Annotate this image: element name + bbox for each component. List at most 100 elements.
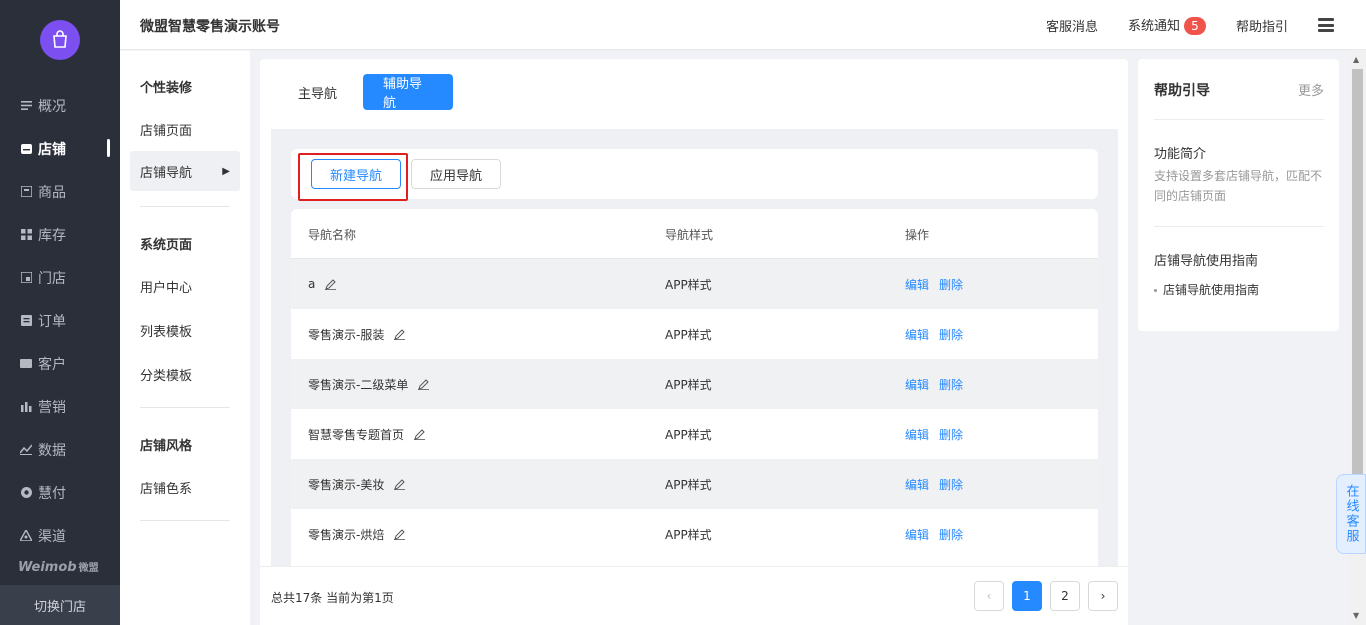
nav-item-customers[interactable]: 客户 xyxy=(0,342,120,385)
action-bar: 新建导航 应用导航 xyxy=(291,149,1098,199)
store-icon xyxy=(20,143,32,155)
brand-logo: Weimob 微盟 xyxy=(18,560,99,575)
table-row: 零售演示-美妆 APP样式 编辑 删除 xyxy=(291,459,1098,509)
nav-item-overview[interactable]: 概况 xyxy=(0,84,120,127)
nav-label: 慧付 xyxy=(38,485,66,502)
table-body: a APP样式 编辑 删除 零售演示-服装 APP样式 编辑 删除 零售演示-二级菜… xyxy=(291,259,1098,559)
edit-link[interactable]: 编辑 xyxy=(905,276,929,293)
channel-icon xyxy=(20,530,32,542)
nav-style: APP样式 xyxy=(665,377,712,392)
nav-item-channel[interactable]: 渠道 xyxy=(0,514,120,557)
subnav-item-store-page[interactable]: 店铺页面 xyxy=(140,120,192,139)
prev-page-button[interactable]: ‹ xyxy=(974,581,1004,611)
help-guide-heading: 店铺导航使用指南 xyxy=(1154,254,1259,269)
nav-item-store[interactable]: 店铺 xyxy=(0,127,120,170)
scroll-up-icon[interactable]: ▲ xyxy=(1353,55,1359,64)
apply-nav-button[interactable]: 应用导航 xyxy=(411,159,501,189)
tab-main-nav[interactable]: 主导航 xyxy=(278,74,357,110)
pencil-edit-icon[interactable] xyxy=(414,428,426,440)
nav-name: 智慧零售专题首页 xyxy=(308,427,405,442)
next-page-button[interactable]: › xyxy=(1088,581,1118,611)
new-nav-button[interactable]: 新建导航 xyxy=(311,159,401,189)
edit-link[interactable]: 编辑 xyxy=(905,526,929,543)
pencil-edit-icon[interactable] xyxy=(325,278,337,290)
nav-item-inventory[interactable]: 库存 xyxy=(0,213,120,256)
top-header: 微盟智慧零售演示账号 客服消息 系统通知 5 帮助指引 xyxy=(120,0,1366,50)
nav-item-goods[interactable]: 商品 xyxy=(0,170,120,213)
row-actions: 编辑 删除 xyxy=(905,259,973,309)
shopping-bag-logo-icon[interactable] xyxy=(40,20,80,60)
subnav-item-list-template[interactable]: 列表模板 xyxy=(140,321,192,340)
subnav-divider xyxy=(140,407,230,408)
subnav-item-category-template[interactable]: 分类模板 xyxy=(140,365,192,384)
bar-icon xyxy=(20,401,32,413)
page-1-button[interactable]: 1 xyxy=(1012,581,1042,611)
subnav-item-user-center[interactable]: 用户中心 xyxy=(140,277,192,296)
help-intro-text: 支持设置多套店铺导航，匹配不同的店铺页面 xyxy=(1154,169,1323,203)
pagination: ‹ 1 2 › xyxy=(966,581,1118,611)
nav-style: APP样式 xyxy=(665,527,712,542)
edit-link[interactable]: 编辑 xyxy=(905,376,929,393)
edit-link[interactable]: 编辑 xyxy=(905,326,929,343)
table-row: 零售演示-二级菜单 APP样式 编辑 删除 xyxy=(291,359,1098,409)
main-panel: 主导航 辅助导航 新建导航 应用导航 导航名称 导航样式 操作 a APP样式 … xyxy=(260,59,1128,625)
delete-link[interactable]: 删除 xyxy=(939,526,963,543)
nav-name-cell: 零售演示-美妆 xyxy=(308,459,406,509)
nav-item-marketing[interactable]: 营销 xyxy=(0,385,120,428)
nav-item-pay[interactable]: 慧付 xyxy=(0,471,120,514)
service-messages-link[interactable]: 客服消息 xyxy=(1046,16,1098,35)
switch-store-button[interactable]: 切换门店 xyxy=(0,585,120,625)
nav-style: APP样式 xyxy=(665,427,712,442)
pencil-edit-icon[interactable] xyxy=(394,328,406,340)
pencil-edit-icon[interactable] xyxy=(418,378,430,390)
table-row: 智慧零售专题首页 APP样式 编辑 删除 xyxy=(291,409,1098,459)
table-row: 零售演示-服装 APP样式 编辑 删除 xyxy=(291,309,1098,359)
nav-style: APP样式 xyxy=(665,277,712,292)
delete-link[interactable]: 删除 xyxy=(939,426,963,443)
row-actions: 编辑 删除 xyxy=(905,309,973,359)
nav-item-data[interactable]: 数据 xyxy=(0,428,120,471)
nav-item-orders[interactable]: 订单 xyxy=(0,299,120,342)
help-more-link[interactable]: 更多 xyxy=(1298,80,1324,99)
help-intro-heading: 功能简介 xyxy=(1154,147,1207,162)
row-actions: 编辑 删除 xyxy=(905,359,973,409)
coin-icon xyxy=(20,487,32,499)
online-service-tab[interactable]: 在线客服 xyxy=(1336,474,1366,554)
pagination-footer: 总共17条 当前为第1页 ‹ 1 2 › xyxy=(260,566,1128,625)
nav-name: 零售演示-美妆 xyxy=(308,477,385,492)
pencil-edit-icon[interactable] xyxy=(394,478,406,490)
subnav-label: 店铺导航 xyxy=(140,165,193,181)
table-row: a APP样式 编辑 删除 xyxy=(291,259,1098,309)
nav-label: 概况 xyxy=(38,98,66,115)
help-guide-link[interactable]: 店铺导航使用指南 xyxy=(1154,281,1259,298)
subnav-item-store-nav[interactable]: 店铺导航 ▶ xyxy=(130,151,240,191)
pencil-edit-icon[interactable] xyxy=(394,528,406,540)
system-notice-link[interactable]: 系统通知 5 xyxy=(1128,15,1206,35)
help-guide-link[interactable]: 帮助指引 xyxy=(1236,16,1288,35)
nav-label: 门店 xyxy=(38,270,66,287)
page-2-button[interactable]: 2 xyxy=(1050,581,1080,611)
help-divider xyxy=(1154,226,1324,227)
trend-icon xyxy=(20,444,32,456)
goods-icon xyxy=(20,186,32,198)
subnav-divider xyxy=(140,520,230,521)
scroll-down-icon[interactable]: ▼ xyxy=(1353,611,1359,620)
nav-item-stores[interactable]: 门店 xyxy=(0,256,120,299)
tab-aux-nav[interactable]: 辅助导航 xyxy=(363,74,453,111)
delete-link[interactable]: 删除 xyxy=(939,376,963,393)
edit-link[interactable]: 编辑 xyxy=(905,476,929,493)
subnav-item-color-scheme[interactable]: 店铺色系 xyxy=(140,478,192,497)
table-header: 导航名称 导航样式 操作 xyxy=(291,209,1098,259)
scroll-thumb[interactable] xyxy=(1352,69,1363,509)
nav-label: 库存 xyxy=(38,227,66,244)
delete-link[interactable]: 删除 xyxy=(939,326,963,343)
main-nav: 概况 店铺 商品 库存 门店 订单 客户 营销 数据 慧付 渠道 xyxy=(0,84,120,557)
table-row: 零售演示-烘焙 APP样式 编辑 删除 xyxy=(291,509,1098,559)
edit-link[interactable]: 编辑 xyxy=(905,426,929,443)
delete-link[interactable]: 删除 xyxy=(939,476,963,493)
nav-label: 数据 xyxy=(38,442,66,459)
delete-link[interactable]: 删除 xyxy=(939,276,963,293)
help-title: 帮助引导 xyxy=(1154,83,1210,99)
nav-name-cell: 零售演示-服装 xyxy=(308,309,406,359)
menu-icon[interactable] xyxy=(1318,18,1334,32)
